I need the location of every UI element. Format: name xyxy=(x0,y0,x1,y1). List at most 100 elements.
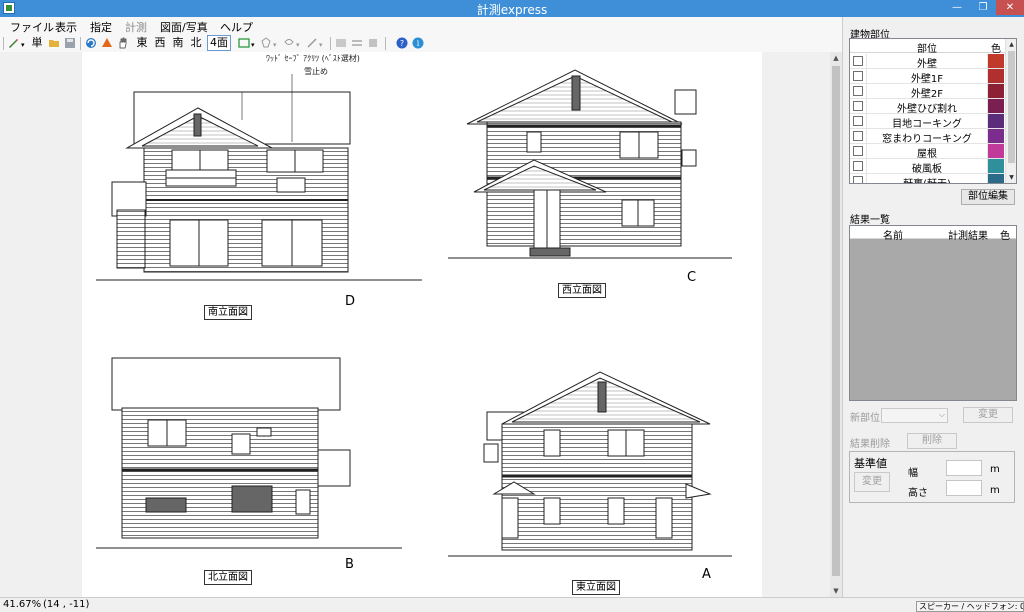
parts-list-item[interactable]: 外壁ひび割れ xyxy=(850,99,1006,115)
open-folder-icon[interactable] xyxy=(48,37,60,49)
height-label: 高さ xyxy=(908,488,928,499)
drawing-canvas[interactable]: ﾜｯﾄﾞ ｾｰﾌﾞ ｱｸﾘﾂ (ﾍﾞｽﾄ選材) 雪止め 南立面図 西立面図 北立… xyxy=(0,52,830,597)
east-view-button[interactable]: 東 xyxy=(135,36,149,50)
north-view-button[interactable]: 北 xyxy=(189,36,203,50)
edit-parts-button[interactable]: 部位編集 xyxy=(961,189,1015,205)
delete-result-label: 結果削除 xyxy=(850,439,890,450)
part-color-swatch[interactable] xyxy=(988,84,1004,98)
parts-scroll-up-icon[interactable]: ▲ xyxy=(1006,39,1016,50)
canvas-vertical-scrollbar[interactable]: ▲ ▼ xyxy=(830,52,842,597)
single-button[interactable]: 単 xyxy=(30,36,44,50)
south-view-button[interactable]: 南 xyxy=(171,36,185,50)
polygon-dropdown-icon[interactable]: ▾ xyxy=(273,38,277,52)
drawing-sheet[interactable]: ﾜｯﾄﾞ ｾｰﾌﾞ ｱｸﾘﾂ (ﾍﾞｽﾄ選材) 雪止め 南立面図 西立面図 北立… xyxy=(82,52,762,597)
part-checkbox[interactable] xyxy=(853,101,863,111)
toolbar-separator xyxy=(80,37,81,50)
west-view-button[interactable]: 西 xyxy=(153,36,167,50)
hand-icon[interactable] xyxy=(117,37,129,49)
part-checkbox[interactable] xyxy=(853,161,863,171)
lasso-dropdown-icon[interactable]: ▾ xyxy=(296,38,300,52)
part-checkbox[interactable] xyxy=(853,71,863,81)
line-tool-icon[interactable] xyxy=(306,37,318,49)
menu-help[interactable]: ヘルプ xyxy=(220,19,253,35)
column-divider xyxy=(866,54,867,69)
four-view-button[interactable]: 4面 xyxy=(207,35,231,51)
new-part-combo[interactable]: ⌵ xyxy=(881,408,948,423)
part-color-swatch[interactable] xyxy=(988,99,1004,113)
pen-icon[interactable] xyxy=(7,37,19,49)
part-color-swatch[interactable] xyxy=(988,174,1004,183)
base-value-group: 基準値 変更 幅 m 高さ m xyxy=(849,451,1015,503)
parts-scroll-thumb[interactable] xyxy=(1008,51,1015,163)
change-part-button[interactable]: 変更 xyxy=(963,407,1013,423)
results-header: 名前 計測結果 色 xyxy=(850,226,1016,242)
part-color-swatch[interactable] xyxy=(988,129,1004,143)
part-color-swatch[interactable] xyxy=(988,69,1004,83)
delete-result-button[interactable]: 削除 xyxy=(907,433,957,449)
line-dropdown-icon[interactable]: ▾ xyxy=(319,38,323,52)
menu-drawing-photo[interactable]: 図面/写真 xyxy=(160,19,208,35)
width-input[interactable] xyxy=(946,460,982,476)
part-checkbox[interactable] xyxy=(853,176,863,183)
rotate-icon[interactable] xyxy=(85,37,97,49)
part-color-swatch[interactable] xyxy=(988,159,1004,173)
part-color-swatch[interactable] xyxy=(988,114,1004,128)
base-change-button[interactable]: 変更 xyxy=(854,472,890,492)
parts-list-item[interactable]: 目地コーキング xyxy=(850,114,1006,130)
scroll-thumb[interactable] xyxy=(832,66,840,576)
part-checkbox[interactable] xyxy=(853,56,863,66)
column-divider xyxy=(866,159,867,174)
corner-letter-d: D xyxy=(345,294,356,309)
help-icon[interactable]: ? xyxy=(396,37,408,49)
menu-measure[interactable]: 計測 xyxy=(125,19,147,35)
part-checkbox[interactable] xyxy=(853,116,863,126)
info-icon[interactable]: i xyxy=(412,37,424,49)
parts-list-item[interactable]: 外壁 xyxy=(850,54,1006,70)
polygon-icon[interactable] xyxy=(260,37,272,49)
base-value-title: 基準値 xyxy=(854,457,887,470)
minimize-button[interactable]: — xyxy=(944,0,970,15)
lasso-icon[interactable] xyxy=(283,37,295,49)
parts-list-item[interactable]: 屋根 xyxy=(850,144,1006,160)
parts-scroll-down-icon[interactable]: ▼ xyxy=(1006,172,1016,183)
scroll-up-icon[interactable]: ▲ xyxy=(830,52,842,64)
results-list[interactable]: 名前 計測結果 色 xyxy=(849,225,1017,401)
parts-list-item[interactable]: 外壁2F xyxy=(850,84,1006,100)
parts-list-item[interactable]: 破風板 xyxy=(850,159,1006,175)
parts-list-item[interactable]: 窓まわりコーキング xyxy=(850,129,1006,145)
title-bar: 計測express — ❐ ✕ xyxy=(0,0,1024,17)
west-elevation-label: 西立面図 xyxy=(558,283,606,298)
save-icon[interactable] xyxy=(64,37,76,49)
menu-file[interactable]: ファイル xyxy=(10,19,54,35)
select-rectangle-icon[interactable] xyxy=(238,37,250,49)
scroll-down-icon[interactable]: ▼ xyxy=(830,585,842,597)
stack-icon[interactable] xyxy=(367,37,379,49)
part-color-swatch[interactable] xyxy=(988,54,1004,68)
results-col-color: 色 xyxy=(1000,231,1010,242)
menu-specify[interactable]: 指定 xyxy=(90,19,112,35)
height-input[interactable] xyxy=(946,480,982,496)
maximize-button[interactable]: ❐ xyxy=(970,0,996,15)
part-name: 目地コーキング xyxy=(892,119,962,130)
part-color-swatch[interactable] xyxy=(988,144,1004,158)
pen-dropdown-icon[interactable]: ▾ xyxy=(21,38,25,52)
part-checkbox[interactable] xyxy=(853,146,863,156)
elevation-drawings: ﾜｯﾄﾞ ｾｰﾌﾞ ｱｸﾘﾂ (ﾍﾞｽﾄ選材) 雪止め xyxy=(96,53,732,557)
parts-list-item[interactable]: 外壁1F xyxy=(850,69,1006,85)
height-unit: m xyxy=(990,485,1000,496)
list-icon[interactable] xyxy=(351,37,363,49)
fill-icon[interactable] xyxy=(101,37,113,49)
select-dropdown-icon[interactable]: ▾ xyxy=(251,38,255,52)
parts-list-item[interactable]: 軒裏(軒天) xyxy=(850,174,1006,183)
close-button[interactable]: ✕ xyxy=(996,0,1024,15)
toolbar-separator xyxy=(3,37,4,50)
part-checkbox[interactable] xyxy=(853,86,863,96)
menu-view[interactable]: 表示 xyxy=(55,19,77,35)
table-icon[interactable] xyxy=(335,37,347,49)
west-elevation xyxy=(448,69,732,259)
parts-list[interactable]: 部位 色 外壁 外壁1F 外壁2F 外壁ひび割れ目地コーキング 窓まわりコーキング 屋根破… xyxy=(849,38,1017,184)
corner-letter-a: A xyxy=(702,567,711,582)
parts-list-scrollbar[interactable]: ▲ ▼ xyxy=(1005,39,1016,183)
parts-list-header: 部位 色 xyxy=(850,39,1006,55)
part-checkbox[interactable] xyxy=(853,131,863,141)
